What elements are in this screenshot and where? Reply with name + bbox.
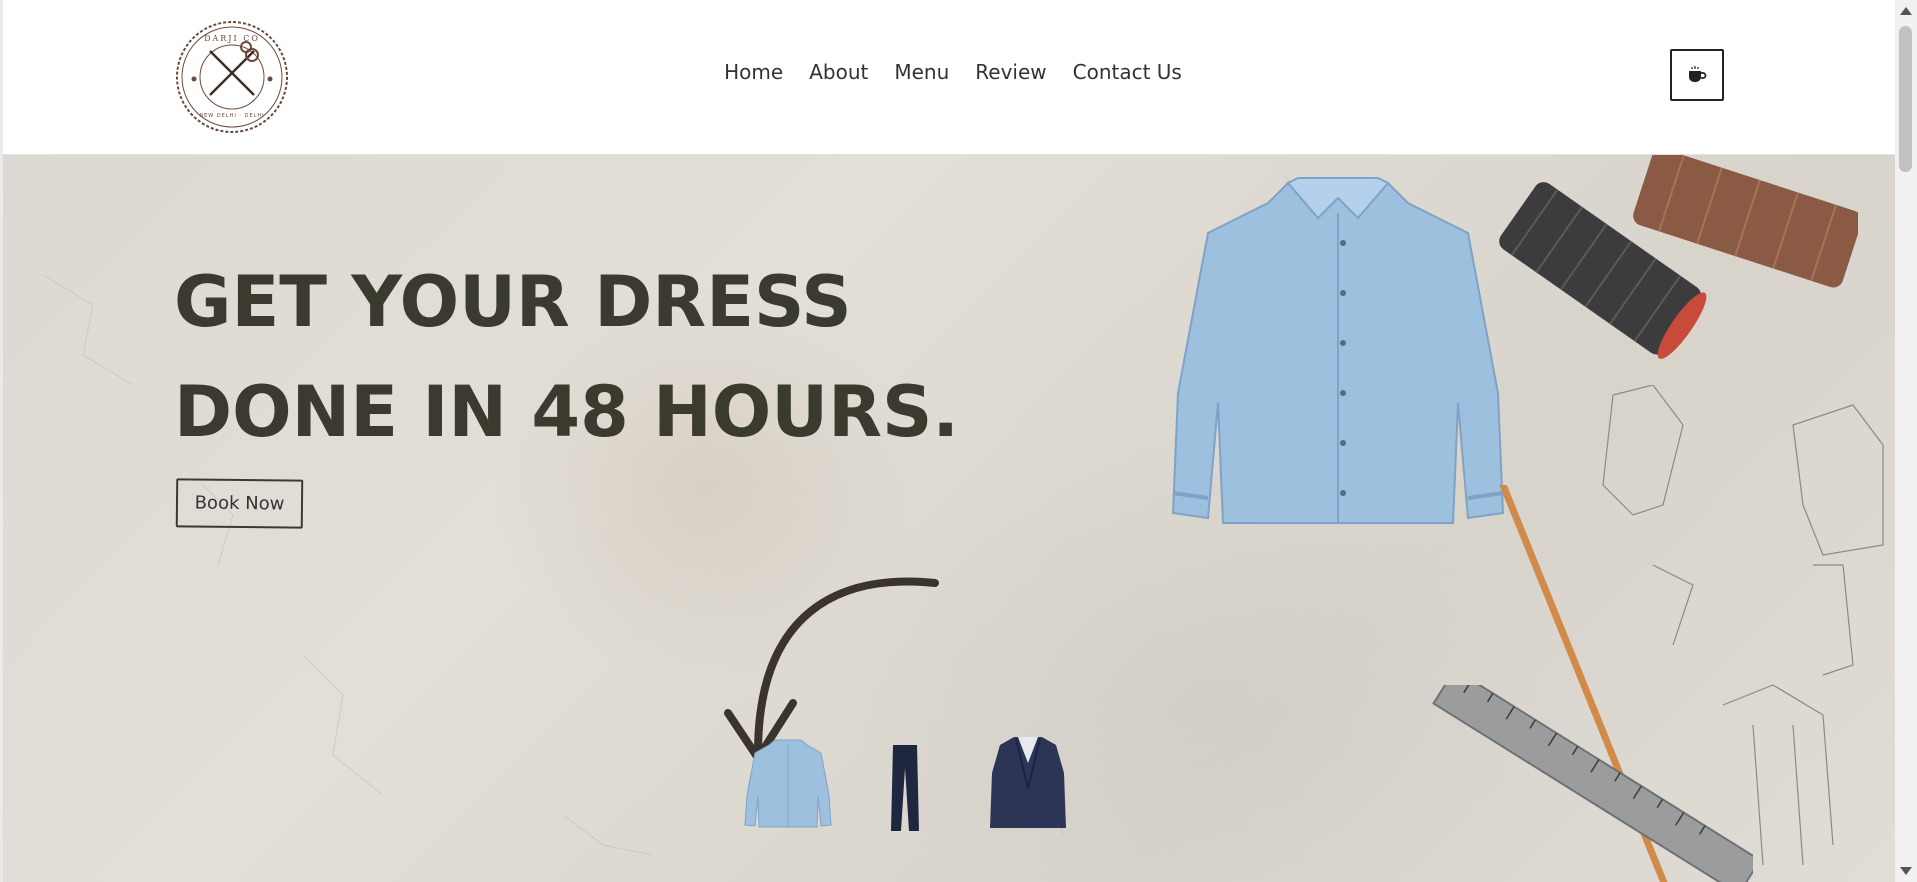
thread-spools-image [1499,155,1858,359]
scroll-thumb[interactable] [1899,26,1912,172]
blazer-thumbnail[interactable] [988,733,1068,833]
nav-menu[interactable]: Menu [894,60,949,84]
ruler-image [1432,685,1753,882]
coffee-cup-icon [1689,66,1707,82]
nav-contact-us[interactable]: Contact Us [1073,60,1182,84]
scroll-down-arrow-icon[interactable] [1900,867,1912,875]
page: DARJI CO NEW DELHI · DELHI Home About Me… [0,0,1895,882]
main-nav: Home About Menu Review Contact Us [3,60,1895,84]
curved-arrow-icon [724,577,939,762]
hero-title-line-1: GET YOUR DRESS [174,261,852,343]
page-scrollbar[interactable] [1895,0,1917,882]
book-now-button[interactable]: Book Now [175,478,304,529]
cart-button[interactable] [1670,49,1724,101]
blue-shirt-image [1171,177,1505,524]
nav-home[interactable]: Home [724,60,783,84]
nav-about[interactable]: About [809,60,868,84]
scroll-up-arrow-icon[interactable] [1900,7,1912,15]
hero-title-line-2: DONE IN 48 HOURS. [174,371,960,453]
nav-review[interactable]: Review [975,60,1046,84]
navbar: DARJI CO NEW DELHI · DELHI Home About Me… [3,0,1895,155]
logo-bottom-text: NEW DELHI · DELHI [199,113,264,119]
trousers-thumbnail[interactable] [885,743,925,833]
hero-section: GET YOUR DRESS DONE IN 48 HOURS. Book No… [3,155,1895,882]
shirt-thumbnail[interactable] [743,735,833,830]
logo-top-text: DARJI CO [204,34,260,43]
